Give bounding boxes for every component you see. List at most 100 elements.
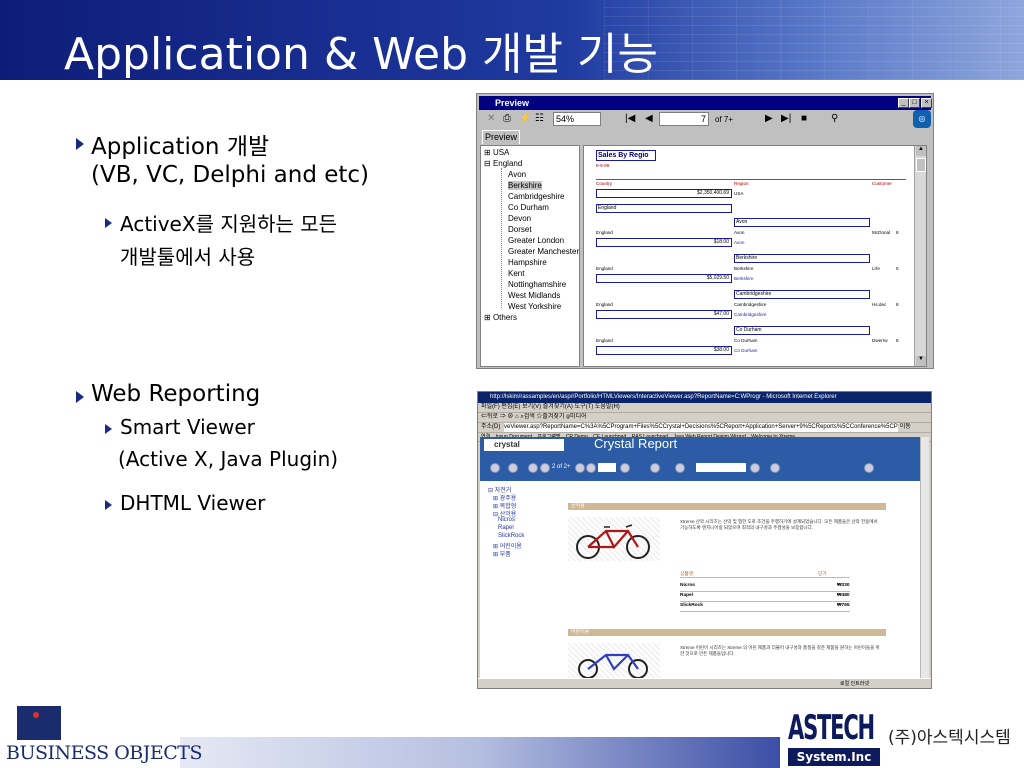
tree-item[interactable]: Rapel — [498, 525, 514, 531]
sub-bullet-arrow-icon — [105, 424, 112, 434]
table-rule — [680, 611, 850, 612]
zone-label: 로컬 인트라넷 — [840, 681, 869, 687]
bullet-web-reporting: Web Reporting — [91, 381, 261, 407]
tree-item-usa[interactable]: ⊞ USA — [484, 148, 509, 157]
maximize-icon[interactable]: □ — [909, 98, 920, 108]
table-cell-price: ₩480 — [837, 593, 850, 598]
last-page-icon[interactable]: ▶| — [781, 113, 791, 124]
tree-item-co-durham[interactable]: Co Durham — [508, 203, 549, 212]
tree-item-west-midlands[interactable]: West Midlands — [508, 291, 560, 300]
astech-logo: ASTECH — [788, 708, 875, 748]
tree-item-greater-manchester[interactable]: Greater Manchester — [508, 247, 579, 256]
print-icon[interactable] — [508, 463, 518, 473]
crystal-report-title: Crystal Report — [594, 437, 678, 451]
tree-item-berkshire[interactable]: Berkshire — [508, 181, 542, 190]
search-icon[interactable] — [750, 463, 760, 473]
close-view-icon[interactable]: ✕ — [487, 113, 495, 124]
region-group-box: Avon — [734, 218, 870, 227]
report-date: 9-5-99 — [596, 163, 610, 168]
browser-toolbar[interactable]: ⇐뒤로 ⇒ ⊗ ⌂ ⌕검색 ☆즐겨찾기 ⊛미디어 — [478, 413, 931, 423]
row-customer: McDonal — [872, 230, 891, 235]
mountain-bike-icon — [576, 524, 650, 559]
tree-item-england[interactable]: ⊟ England — [484, 159, 522, 168]
scroll-down-icon[interactable]: ▼ — [916, 356, 926, 366]
address-label: 주소(D) — [481, 424, 501, 430]
minimize-icon[interactable]: _ — [898, 98, 909, 108]
crystal-logo: crystal — [484, 439, 564, 451]
first-page-icon[interactable]: |◀ — [625, 113, 635, 124]
region-group-box: Berkshire — [734, 254, 870, 263]
tree-item-greater-london[interactable]: Greater London — [508, 236, 564, 245]
sub-bullet-arrow-icon — [105, 218, 112, 228]
tree-item-nottinghamshire[interactable]: Nottinghamshire — [508, 280, 566, 289]
address-bar: 주소(D) veViewer.asp?ReportName=C%3A%5CPro… — [478, 423, 931, 433]
tree-item-kent[interactable]: Kent — [508, 269, 524, 278]
tree-item-hampshire[interactable]: Hampshire — [508, 258, 547, 267]
tree-item-avon[interactable]: Avon — [508, 170, 526, 179]
page-number-input[interactable]: 7 — [659, 112, 709, 126]
browser-page: crystal Crystal Report 2 of 2+ ⊟ 자전거 ⊞ 광주… — [480, 437, 929, 678]
prev-page-icon[interactable] — [540, 463, 550, 473]
next-page-icon[interactable] — [575, 463, 585, 473]
table-cell-price: ₩765 — [837, 603, 850, 608]
address-input[interactable]: veViewer.asp?ReportName=C%3A%5CProgram+F… — [504, 423, 899, 432]
goto-page-input[interactable] — [598, 463, 616, 472]
row-count: 8 — [896, 302, 899, 307]
row-count: 5 — [896, 266, 899, 271]
close-icon[interactable]: × — [921, 98, 932, 108]
bullet-smart-viewer-sub: (Active X, Java Plugin) — [118, 447, 339, 471]
goto-page-button[interactable] — [620, 463, 630, 473]
col-country-header: Country — [596, 181, 613, 186]
col-region-header: Region — [734, 181, 749, 186]
tree-item[interactable]: ⊞ 부품 — [493, 549, 511, 558]
first-page-icon[interactable] — [528, 463, 538, 473]
tab-preview[interactable]: Preview — [482, 130, 520, 144]
tree-item-west-yorkshire[interactable]: West Yorkshire — [508, 302, 561, 311]
zoom-select[interactable]: 54% — [553, 112, 601, 126]
tree-item[interactable]: SlickRock — [498, 533, 524, 539]
row-country: England — [596, 230, 613, 235]
stop-icon[interactable]: ■ — [801, 113, 807, 124]
kids-bike-icon — [578, 653, 648, 678]
bullet-arrow-icon — [76, 391, 84, 403]
report-scrollbar[interactable]: ▲ ▼ — [914, 146, 926, 366]
search-input[interactable] — [696, 463, 746, 472]
group-tree-icon[interactable]: ☷ — [535, 113, 544, 124]
tree-item-cambridgeshire[interactable]: Cambridgeshire — [508, 192, 564, 201]
tree-item-dorset[interactable]: Dorset — [508, 225, 532, 234]
page-scrollbar[interactable] — [920, 437, 929, 678]
export-icon[interactable] — [675, 463, 685, 473]
go-button[interactable]: 이동 — [900, 424, 911, 430]
last-page-icon[interactable] — [586, 463, 596, 473]
tree-item-devon[interactable]: Devon — [508, 214, 531, 223]
row-sub-region: Berkshire — [734, 276, 754, 281]
search-icon[interactable]: ⚲ — [831, 113, 838, 124]
row-region: Avon — [734, 230, 745, 235]
tree-item[interactable]: Nicros — [498, 517, 515, 523]
row-region: Berkshire — [734, 266, 754, 271]
row-amount: $5,029.50 — [596, 274, 732, 283]
refresh-icon[interactable]: ⚡ — [519, 113, 531, 124]
print-icon[interactable]: ⎙ — [503, 113, 511, 124]
section-header-mountain: 산악용 — [568, 503, 886, 510]
next-page-icon[interactable]: ▶ — [765, 113, 773, 124]
bike-image — [568, 643, 660, 678]
bullet-activex-line1: ActiveX를 지원하는 모든 — [120, 212, 338, 236]
astech-system-label: System.Inc — [788, 748, 880, 766]
app-logo-icon: ◎ — [913, 110, 931, 128]
page-of-label: of 7+ — [715, 115, 734, 124]
zoom-icon[interactable] — [770, 463, 780, 473]
table-cell-name: Nicros — [680, 583, 695, 588]
tree-item-others[interactable]: ⊞ Others — [484, 313, 517, 322]
browser-menu[interactable]: 파일(F) 편집(E) 보기(V) 즐겨찾기(A) 도구(T) 도움말(H) — [478, 403, 931, 413]
business-objects-logo-dot — [33, 712, 39, 718]
footer-strip — [180, 737, 780, 768]
prev-page-icon[interactable]: ◀ — [645, 113, 653, 124]
title-bar-pattern — [604, 0, 1024, 80]
help-icon[interactable] — [864, 463, 874, 473]
region-group-box: Cambridgeshire — [734, 290, 870, 299]
scroll-up-icon[interactable]: ▲ — [916, 146, 926, 156]
close-report-icon[interactable] — [490, 463, 500, 473]
refresh-icon[interactable] — [650, 463, 660, 473]
scroll-thumb[interactable] — [916, 158, 926, 172]
